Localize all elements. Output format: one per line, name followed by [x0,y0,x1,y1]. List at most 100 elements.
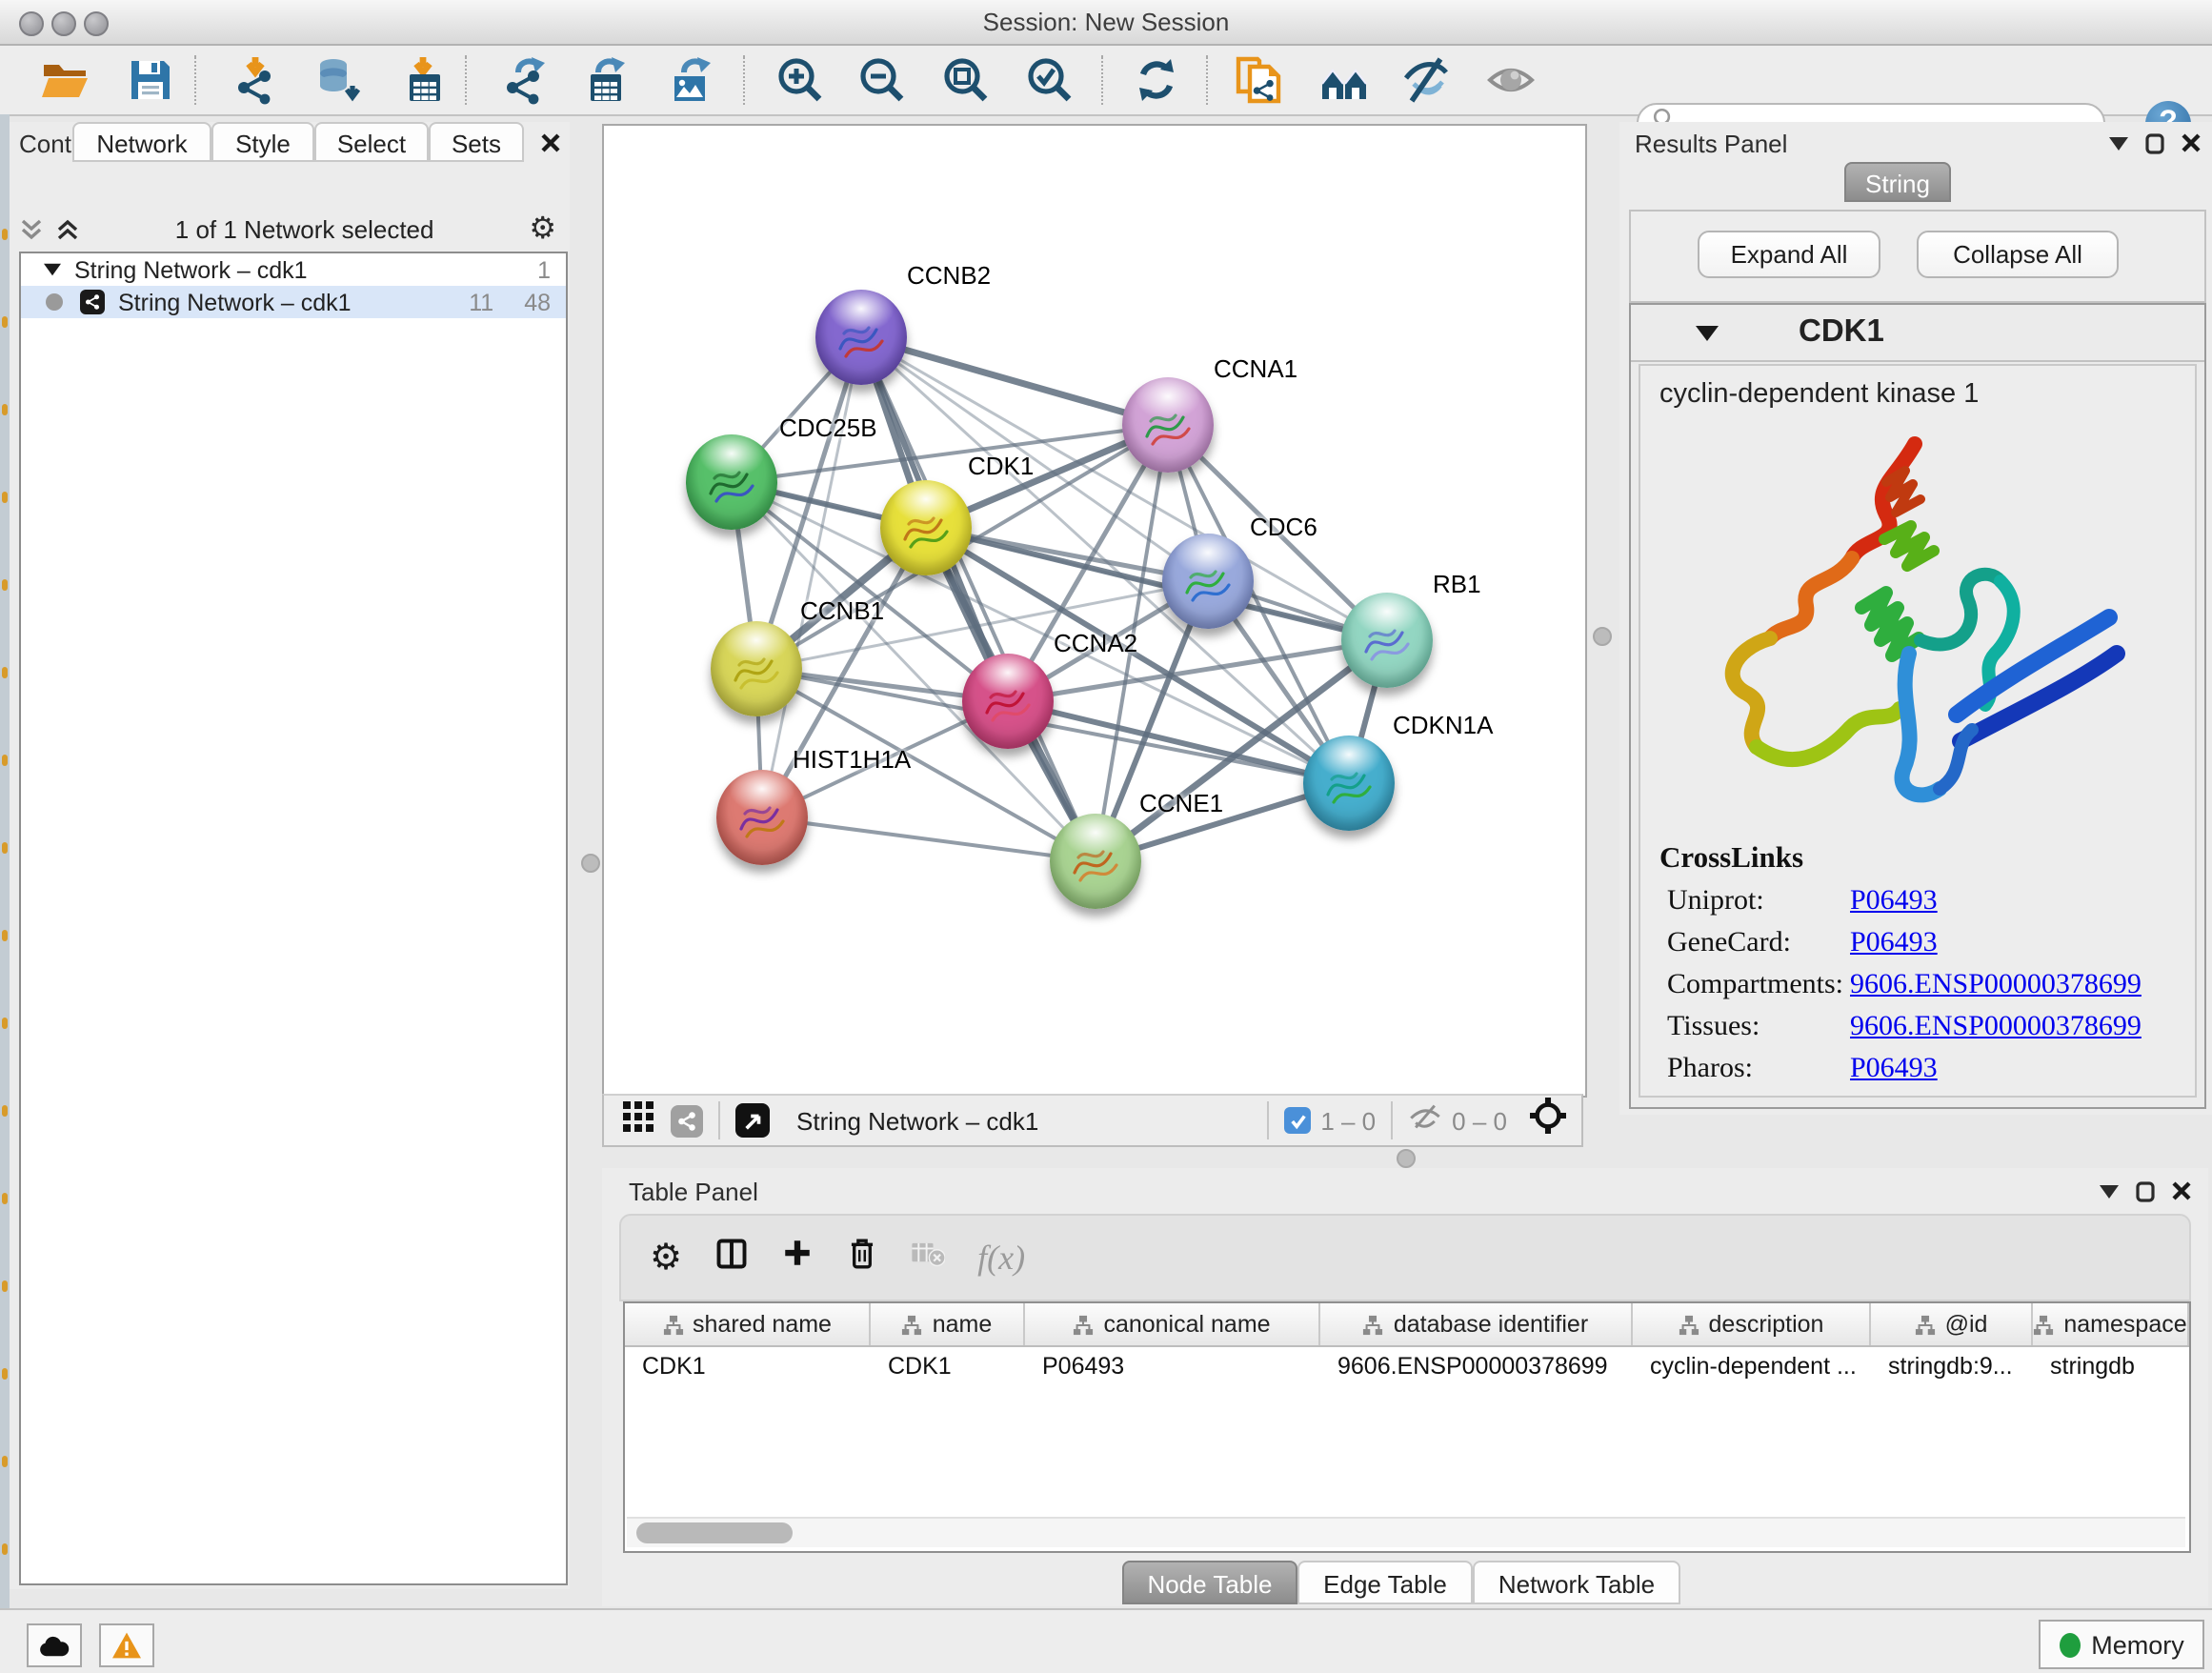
warning-status-button[interactable] [99,1623,154,1667]
crosslink-link[interactable]: P06493 [1850,928,1938,960]
collection-expander-icon[interactable] [44,263,61,276]
splitter-handle-right[interactable] [1593,627,1612,646]
edge-count: 48 [524,289,551,315]
network-collection-row[interactable]: String Network – cdk1 1 [21,253,566,286]
node-CDC6[interactable] [1162,534,1254,629]
zoom-out-button[interactable] [855,53,909,107]
node-CCNB2[interactable] [815,290,907,385]
maximize-panel-icon[interactable] [2136,1180,2155,1201]
horizontal-scrollbar[interactable] [627,1517,2185,1547]
hide-selected-button[interactable] [1400,53,1454,107]
memory-button[interactable]: Memory [2039,1620,2204,1669]
node-CCNE1[interactable] [1050,814,1141,909]
edge-dot [2,667,8,678]
crosslink-link[interactable]: P06493 [1850,886,1938,918]
expand-all-button[interactable]: Expand All [1698,231,1880,278]
warning-icon [111,1631,143,1660]
zoom-selected-button[interactable] [1023,53,1076,107]
float-panel-icon[interactable] [2100,1184,2119,1198]
table-settings-gear-icon[interactable]: ⚙ [650,1236,682,1280]
toolbar-separator [465,55,467,105]
birds-eye-crosshair-icon[interactable] [1530,1098,1566,1143]
column-header-canonical-name[interactable]: canonical name [1025,1303,1320,1345]
node-label-CDK1: CDK1 [968,452,1034,480]
close-panel-icon[interactable] [2172,1181,2191,1200]
column-header-description[interactable]: description [1633,1303,1871,1345]
network-options-gear-icon[interactable]: ⚙ [529,210,556,248]
edge-layer [604,126,1585,1096]
splitter-handle-bottom[interactable] [1397,1149,1416,1168]
column-header-namespace[interactable]: namespace [2033,1303,2189,1345]
tab-string-results[interactable]: String [1844,162,1951,202]
network-snapshot-button[interactable] [1233,53,1286,107]
edge-HIST1H1A-CCNE1[interactable] [762,817,1096,861]
selected-nodes-checkbox-icon[interactable] [1284,1107,1311,1134]
node-RB1[interactable] [1341,593,1433,688]
column-header-label: canonical name [1103,1311,1270,1338]
node-HIST1H1A[interactable] [716,770,808,865]
node-CDC25B[interactable] [686,434,777,530]
crosslink-link[interactable]: P06493 [1850,1054,1938,1086]
detach-view-icon[interactable] [735,1103,770,1138]
cloud-status-button[interactable] [27,1623,82,1667]
edge-CCNB2-CCNE1[interactable] [861,337,1096,861]
maximize-panel-icon[interactable] [2145,132,2164,153]
tab-sets[interactable]: Sets [429,122,524,162]
tab-select[interactable]: Select [314,122,429,162]
node-CCNA1[interactable] [1122,377,1214,473]
tab-network[interactable]: Network [72,122,211,162]
crosslink-link[interactable]: 9606.ENSP00000378699 [1850,1012,2142,1044]
export-image-button[interactable] [665,53,718,107]
zoom-in-button[interactable] [774,53,827,107]
selected-count: 1 – 0 [1320,1106,1376,1135]
node-CDKN1A[interactable] [1303,736,1395,831]
network-share-view-icon[interactable] [671,1104,703,1137]
column-header-label: description [1709,1311,1824,1338]
show-columns-icon[interactable] [714,1236,749,1280]
show-all-button[interactable] [1484,53,1538,107]
splitter-handle-left[interactable] [581,854,600,873]
export-network-button[interactable] [499,53,553,107]
collapse-all-button[interactable]: Collapse All [1917,231,2119,278]
import-table-button[interactable] [398,53,452,107]
column-header-database-identifier[interactable]: database identifier [1320,1303,1633,1345]
expand-all-icon[interactable] [55,216,80,241]
close-panel-icon[interactable] [541,133,560,152]
tab-node-table[interactable]: Node Table [1122,1561,1297,1604]
table-cell: 9606.ENSP00000378699 [1320,1352,1633,1379]
save-session-button[interactable] [124,53,177,107]
first-neighbors-button[interactable] [1318,53,1372,107]
network-view-canvas[interactable]: CCNB2CCNA1CDC25BCDK1CDC6RB1CCNB1CCNA2CDK… [602,124,1587,1098]
open-session-button[interactable] [38,53,91,107]
column-header-shared-name[interactable]: shared name [625,1303,871,1345]
column-header-name[interactable]: name [871,1303,1025,1345]
protein-thumbnail-icon [1318,755,1379,812]
close-panel-icon[interactable] [2182,133,2201,152]
create-column-plus-icon[interactable] [781,1237,814,1279]
collapse-all-icon[interactable] [19,216,44,241]
scrollbar-thumb[interactable] [636,1522,793,1543]
tab-style[interactable]: Style [211,122,314,162]
import-network-button[interactable] [231,53,284,107]
protein-thumbnail-icon [701,454,762,511]
import-network-database-button[interactable] [312,53,366,107]
node-label-RB1: RB1 [1433,570,1481,598]
section-collapse-icon[interactable] [1696,325,1719,340]
crosslink-link[interactable]: 9606.ENSP00000378699 [1850,970,2142,1002]
delete-column-trash-icon[interactable] [846,1236,878,1280]
float-panel-icon[interactable] [2109,136,2128,150]
node-CDK1[interactable] [880,480,972,575]
tab-network-table[interactable]: Network Table [1473,1561,1680,1604]
edge-dot [2,404,8,415]
node-CCNB1[interactable] [711,621,802,716]
zoom-fit-button[interactable] [939,53,993,107]
tab-edge-table[interactable]: Edge Table [1297,1561,1473,1604]
node-CCNA2[interactable] [962,654,1054,749]
protein-thumbnail-icon [1177,553,1238,610]
network-grid-view-icon[interactable] [623,1100,654,1140]
table-row[interactable]: CDK1CDK1P064939606.ENSP00000378699cyclin… [625,1347,2189,1383]
column-header--id[interactable]: @id [1871,1303,2033,1345]
export-table-button[interactable] [579,53,633,107]
network-row-selected[interactable]: String Network – cdk1 11 48 [21,286,566,318]
apply-layout-button[interactable] [1130,53,1183,107]
